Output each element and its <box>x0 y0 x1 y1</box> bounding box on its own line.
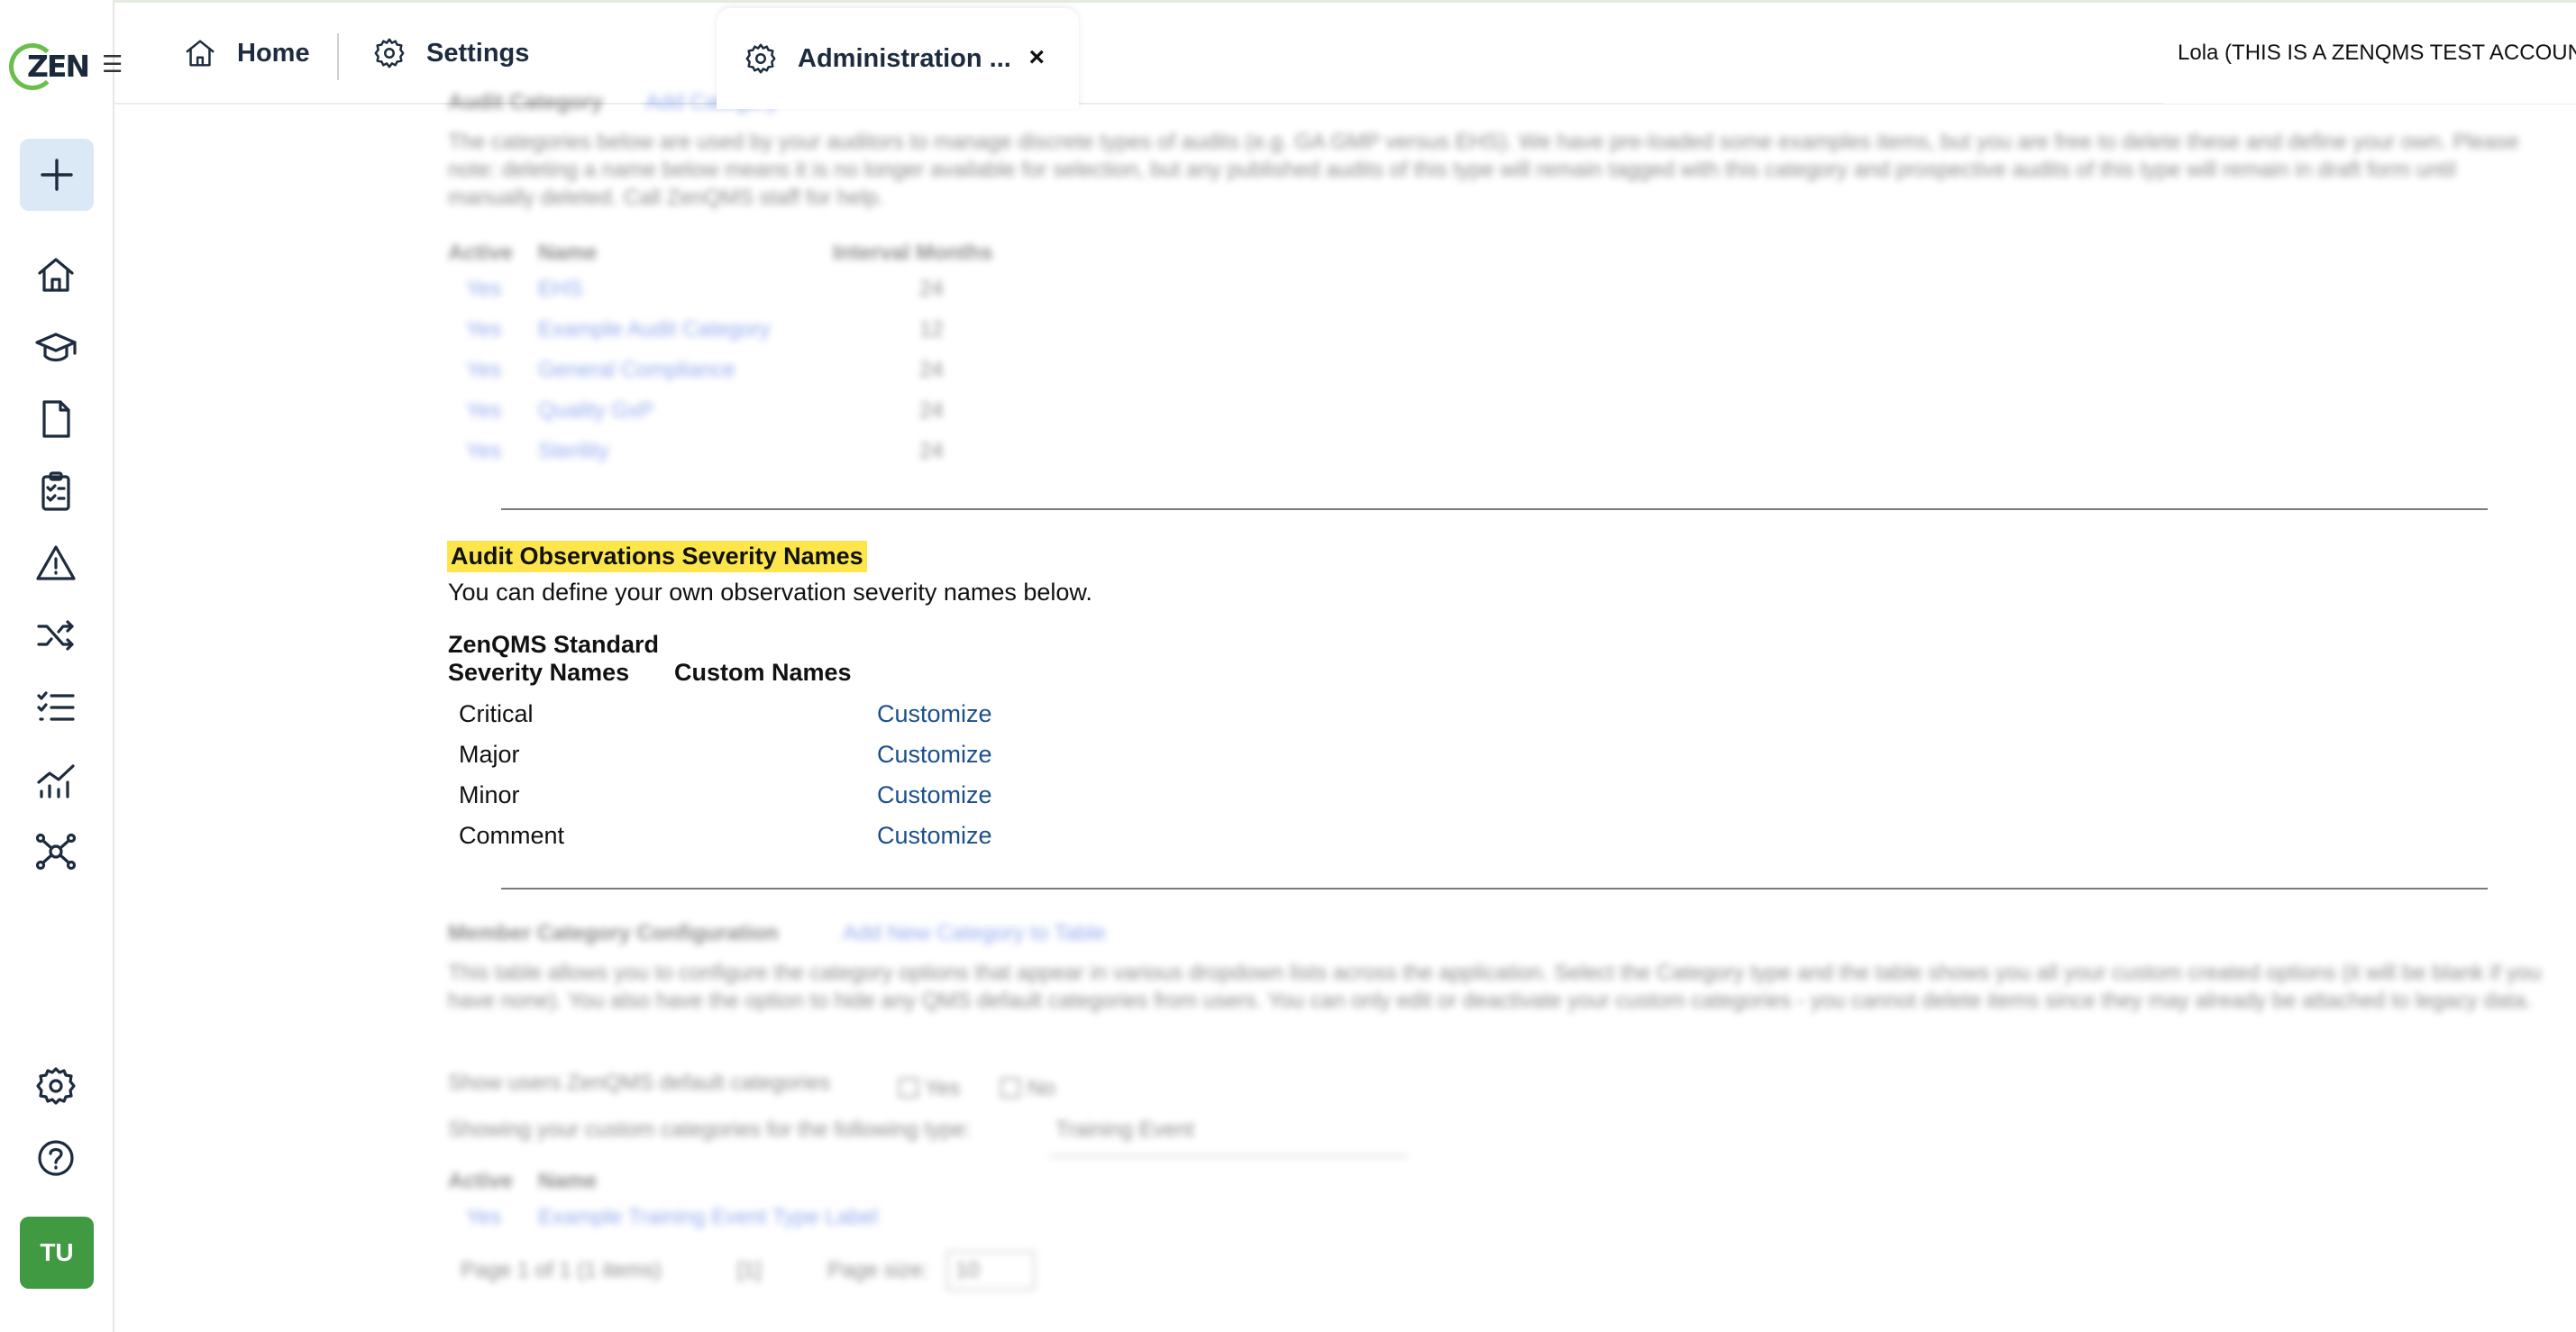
page-size-value: 10 <box>955 1258 980 1282</box>
severity-name-major: Major <box>459 741 520 768</box>
user-avatar[interactable]: TU <box>20 1217 94 1289</box>
audit-category-interval: 24 <box>919 358 944 382</box>
nav-change-control[interactable] <box>31 610 81 661</box>
audit-category-name[interactable]: EHS <box>538 277 582 302</box>
tab-administration-label: Administration ... <box>798 43 1011 73</box>
member-category-heading: Member Category Configuration <box>448 921 779 945</box>
nav-issues[interactable] <box>31 538 81 588</box>
tab-settings-label: Settings <box>426 38 530 68</box>
tab-divider <box>337 33 339 80</box>
add-member-category-link[interactable]: Add New Category to Table <box>843 921 1106 946</box>
audit-category-interval: 24 <box>919 277 944 301</box>
severity-name-critical: Critical <box>459 700 534 727</box>
graduation-cap-icon <box>35 333 77 362</box>
nav-documents[interactable] <box>31 394 81 444</box>
col-standard-severity-names: ZenQMS Standard Severity Names <box>448 631 659 687</box>
showing-type-label: Showing your custom categories for the f… <box>448 1118 972 1142</box>
member-category-description: This table allows you to configure the c… <box>448 961 2542 1013</box>
customize-comment-link[interactable]: Customize <box>877 822 992 850</box>
audit-category-name[interactable]: Example Audit Category <box>538 317 770 342</box>
create-new-button[interactable] <box>20 139 94 211</box>
home-icon <box>186 40 215 67</box>
nav-network[interactable] <box>31 826 81 877</box>
show-default-yes-checkbox[interactable] <box>899 1078 918 1098</box>
nav-training[interactable] <box>31 322 81 372</box>
audit-category-name[interactable]: Sterility <box>538 439 609 464</box>
nav-audits[interactable] <box>31 466 81 516</box>
gear-icon <box>374 38 405 68</box>
analytics-chart-icon <box>37 764 75 798</box>
member-category-active[interactable]: Yes <box>466 1205 501 1230</box>
audit-category-interval: 24 <box>919 439 944 463</box>
col-standard-line2: Severity Names <box>448 659 630 686</box>
category-type-value: Training Event <box>1055 1118 1194 1142</box>
warning-triangle-icon <box>36 545 76 580</box>
tab-home-label: Home <box>237 38 310 68</box>
help-circle-icon <box>38 1140 74 1176</box>
col-name: Name <box>538 241 598 265</box>
left-nav-rail: ZEN TU <box>0 0 114 1332</box>
col-active: Active <box>448 1169 514 1193</box>
audit-category-interval: 24 <box>919 398 944 423</box>
col-name: Name <box>538 1169 598 1193</box>
section-divider <box>501 888 2488 890</box>
document-icon <box>42 400 70 438</box>
audit-category-name[interactable]: General Compliance <box>538 358 735 383</box>
user-account-name[interactable]: Lola (THIS IS A ZENQMS TEST ACCOUNT <box>2163 3 2576 104</box>
audit-category-name[interactable]: Quality GxP <box>538 398 653 424</box>
col-standard-line1: ZenQMS Standard <box>448 631 660 658</box>
show-default-no-checkbox[interactable] <box>1000 1078 1020 1098</box>
tab-home[interactable]: Home <box>183 3 310 104</box>
col-custom-names: Custom Names <box>674 659 852 686</box>
pager-current-page[interactable]: [1] <box>737 1258 762 1283</box>
hamburger-menu-icon[interactable]: ☰ <box>102 52 125 76</box>
logo-text: ZEN <box>27 49 90 84</box>
col-active: Active <box>448 241 514 265</box>
audit-category-heading: Audit Category <box>448 90 604 114</box>
network-hub-icon <box>35 833 77 871</box>
tab-administration[interactable]: Administration ... × <box>717 8 1079 109</box>
gear-icon <box>36 1067 76 1105</box>
audit-category-active[interactable]: Yes <box>466 277 501 302</box>
gear-icon <box>745 43 776 74</box>
nav-tasks[interactable] <box>31 682 81 733</box>
col-interval-months: Interval Months <box>833 241 993 265</box>
audit-category-active[interactable]: Yes <box>466 317 501 342</box>
zen-logo[interactable]: ZEN <box>9 40 90 94</box>
nav-settings[interactable] <box>31 1061 81 1111</box>
page-size-label: Page size: <box>827 1258 929 1282</box>
show-default-no-label: No <box>1028 1076 1055 1100</box>
severity-name-comment: Comment <box>459 822 565 849</box>
close-tab-icon[interactable]: × <box>1028 42 1045 73</box>
audit-category-interval: 12 <box>919 317 944 342</box>
audit-category-active[interactable]: Yes <box>466 358 501 383</box>
show-default-categories-label: Show users ZenQMS default categories <box>448 1071 831 1095</box>
severity-name-minor: Minor <box>459 781 520 808</box>
top-tab-bar: Home Settings Administration ... × Lola … <box>114 0 2576 109</box>
audit-category-description: The categories below are used by your au… <box>448 130 2519 210</box>
show-default-yes-label: Yes <box>925 1076 961 1100</box>
plus-icon <box>41 159 73 191</box>
audit-category-active[interactable]: Yes <box>466 439 501 464</box>
audit-category-active[interactable]: Yes <box>466 398 501 424</box>
clipboard-checklist-icon <box>41 471 70 511</box>
shuffle-icon <box>37 620 74 651</box>
nav-help[interactable] <box>31 1133 81 1183</box>
customize-major-link[interactable]: Customize <box>877 741 992 769</box>
checklist-icon <box>37 691 75 721</box>
member-category-name[interactable]: Example Training Event Type Label <box>538 1205 878 1230</box>
page-size-select[interactable]: 10 <box>946 1251 1035 1291</box>
section-divider <box>501 508 2488 510</box>
home-icon <box>38 258 74 292</box>
pager-summary: Page 1 of 1 (1 items) <box>461 1258 662 1282</box>
nav-home[interactable] <box>31 250 81 300</box>
category-type-select[interactable]: Training Event <box>1050 1118 1407 1157</box>
nav-analytics[interactable] <box>31 754 81 805</box>
tab-settings[interactable]: Settings <box>372 3 529 104</box>
severity-section-description: You can define your own observation seve… <box>448 579 1092 606</box>
severity-section-title: Audit Observations Severity Names <box>447 541 867 572</box>
customize-critical-link[interactable]: Customize <box>877 700 992 728</box>
customize-minor-link[interactable]: Customize <box>877 781 992 809</box>
